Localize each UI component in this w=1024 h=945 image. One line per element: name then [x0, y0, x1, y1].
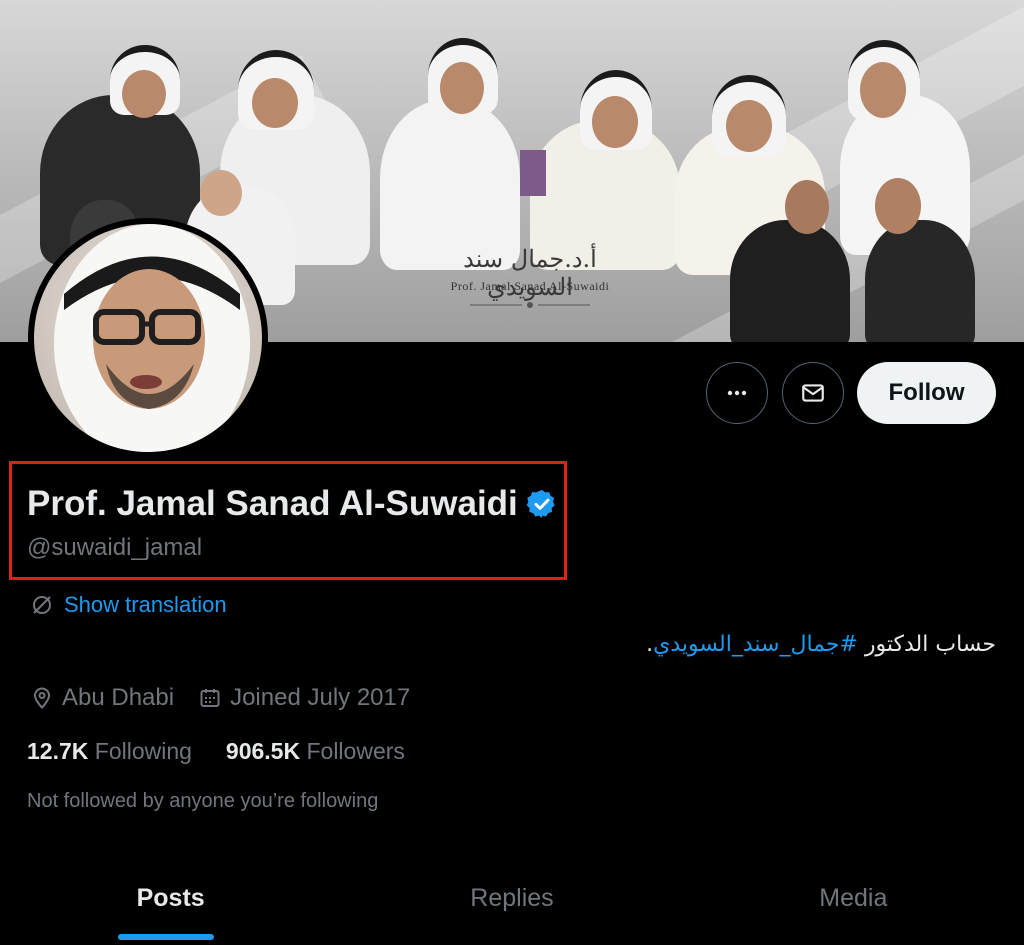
join-date: Joined July 2017	[198, 684, 410, 712]
tab-posts[interactable]: Posts	[0, 860, 341, 945]
following-count: 12.7K	[27, 738, 89, 764]
banner-figure-face	[785, 180, 829, 234]
location-text: Abu Dhabi	[62, 684, 175, 711]
follow-button[interactable]: Follow	[857, 362, 996, 424]
bio-text: حساب الدكتور	[857, 632, 996, 657]
bio: حساب الدكتور #جمال_سند_السويدي.	[646, 632, 996, 657]
banner-figure-face	[875, 178, 921, 234]
banner-figure-face	[726, 100, 772, 152]
display-name: Prof. Jamal Sanad Al-Suwaidi	[27, 484, 558, 524]
show-translation-link[interactable]: Show translation	[64, 592, 227, 618]
location-pin-icon	[33, 687, 51, 709]
not-followed-note: Not followed by anyone you’re following	[27, 790, 379, 812]
more-options-button[interactable]	[706, 362, 768, 424]
following-label: Following	[94, 738, 192, 764]
avatar[interactable]	[28, 218, 268, 458]
handle: @suwaidi_jamal	[27, 534, 203, 561]
location: Abu Dhabi	[30, 684, 174, 712]
banner-figure-face	[860, 62, 906, 118]
avatar-portrait-icon	[54, 224, 250, 452]
profile-meta: Abu Dhabi Joined July 2017	[30, 684, 424, 712]
banner-figure	[865, 220, 975, 342]
message-button[interactable]	[782, 362, 844, 424]
followers-count: 906.5K	[225, 738, 301, 764]
followers-label: Followers	[306, 738, 405, 764]
bio-hashtag-link[interactable]: #جمال_سند_السويدي	[653, 632, 858, 657]
followers-link[interactable]: 906.5K Followers	[226, 738, 405, 765]
tab-replies[interactable]: Replies	[341, 860, 682, 945]
banner-figure-face	[122, 70, 166, 118]
banner-figure-face	[592, 96, 638, 148]
more-horizontal-icon	[727, 390, 747, 396]
banner-figure-face	[200, 170, 242, 216]
envelope-icon	[802, 384, 824, 402]
banner-figure-face	[440, 62, 484, 114]
avatar-photo	[34, 224, 262, 452]
banner-figure	[730, 220, 850, 342]
tab-media[interactable]: Media	[683, 860, 1024, 945]
verified-badge-icon[interactable]	[526, 488, 558, 520]
banner-book	[520, 150, 546, 196]
join-date-text: Joined July 2017	[230, 684, 411, 711]
banner-ornament-icon	[470, 302, 590, 308]
show-translation[interactable]: Show translation	[30, 592, 227, 618]
following-link[interactable]: 12.7K Following	[27, 738, 192, 765]
display-name-text: Prof. Jamal Sanad Al-Suwaidi	[27, 484, 518, 523]
follow-counts: 12.7K Following 906.5K Followers	[27, 738, 405, 765]
translate-icon	[33, 596, 51, 614]
banner-figure-face	[252, 78, 298, 128]
calendar-icon	[200, 689, 220, 707]
profile-tabs: Posts Replies Media	[0, 860, 1024, 945]
active-tab-indicator	[118, 934, 214, 940]
banner-caption: Prof. Jamal Sanad Al-Suwaidi	[450, 279, 610, 293]
